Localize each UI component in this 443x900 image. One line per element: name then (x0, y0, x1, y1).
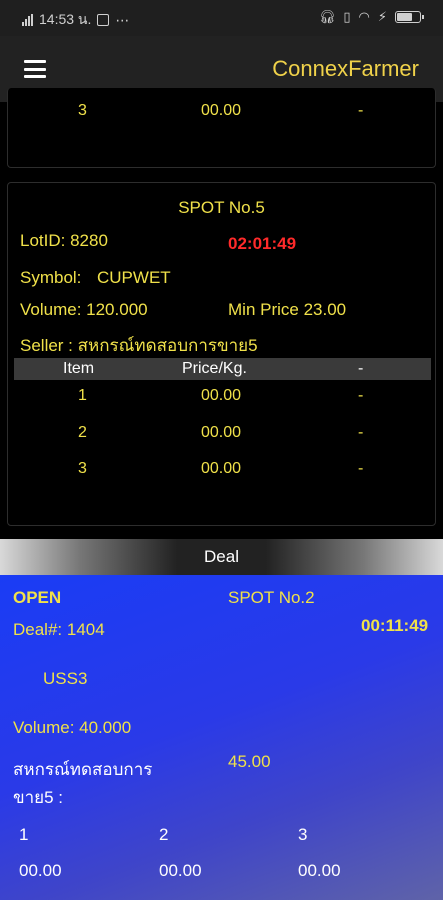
table-cell-price: 00.00 (201, 387, 242, 404)
deal-volume: Volume: 40.000 (13, 718, 132, 737)
table-cell-price: 00.00 (201, 424, 242, 441)
deal-item-value: 00.00 (159, 861, 202, 880)
deal-item-label: 1 (19, 825, 29, 844)
seller: Seller : สหกรณ์ทดสอบการขาย5 (20, 336, 258, 355)
table-cell-extra: - (358, 102, 364, 119)
deal-price: 45.00 (228, 752, 271, 771)
table-cell-extra: - (358, 460, 364, 477)
signal-icon (22, 14, 33, 26)
deal-section-header: Deal (0, 539, 443, 575)
app-notification-icon (97, 14, 110, 26)
deal-item-value: 00.00 (298, 861, 341, 880)
battery-icon (395, 11, 424, 23)
deal-status: OPEN (13, 588, 62, 607)
deal-card[interactable]: OPEN SPOT No.2 Deal#: 1404 00:11:49 USS3… (0, 575, 443, 900)
table-cell-price: 00.00 (201, 102, 242, 119)
table-cell-price: 00.00 (201, 460, 242, 477)
column-header-extra: - (358, 360, 364, 377)
status-bar: 14:53 น. ⋯ 🎧︎ ▯ ◠ ⚡︎ (0, 0, 443, 36)
deal-seller-line2: ขาย5 : (13, 788, 64, 807)
column-header-price: Price/Kg. (182, 360, 247, 377)
deal-item-value: 00.00 (19, 861, 62, 880)
wifi-icon: ◠ (358, 9, 370, 24)
status-time: 14:53 น. (39, 11, 92, 27)
deal-number: Deal#: 1404 (13, 620, 105, 639)
volume: Volume: 120.000 (20, 300, 148, 319)
table-cell-extra: - (358, 387, 364, 404)
deal-item-label: 3 (298, 825, 308, 844)
deal-item-label: 2 (159, 825, 169, 844)
lot-id: LotID: 8280 (20, 231, 108, 250)
spot-title: SPOT No.5 (178, 198, 265, 217)
table-cell-item: 3 (78, 460, 87, 477)
table-cell-item: 1 (78, 387, 87, 404)
deal-header-label: Deal (204, 547, 239, 566)
deal-seller-line1: สหกรณ์ทดสอบการ (13, 760, 153, 779)
table-cell-item: 3 (78, 102, 87, 119)
app-title: ConnexFarmer (272, 56, 419, 81)
column-header-item: Item (63, 360, 95, 377)
spot-card[interactable]: SPOT No.5 LotID: 8280 02:01:49 Symbol: C… (7, 182, 436, 526)
more-notifications-icon: ⋯ (115, 11, 130, 28)
deal-symbol: USS3 (43, 669, 88, 688)
symbol-label: Symbol: (20, 268, 82, 287)
deal-countdown-timer: 00:11:49 (361, 616, 429, 635)
charging-icon: ⚡︎ (377, 9, 387, 24)
min-price: Min Price 23.00 (228, 300, 347, 319)
table-header: Item Price/Kg. - (14, 358, 431, 380)
countdown-timer: 02:01:49 (228, 234, 297, 253)
table-cell-extra: - (358, 424, 364, 441)
vibrate-icon: ▯ (343, 9, 351, 24)
menu-icon[interactable] (24, 60, 46, 78)
headset-icon: 🎧︎ (318, 9, 336, 24)
deal-spot: SPOT No.2 (228, 588, 315, 607)
previous-spot-card[interactable]: 3 00.00 - (7, 88, 436, 168)
symbol-value: CUPWET (97, 268, 171, 287)
table-cell-item: 2 (78, 424, 87, 441)
